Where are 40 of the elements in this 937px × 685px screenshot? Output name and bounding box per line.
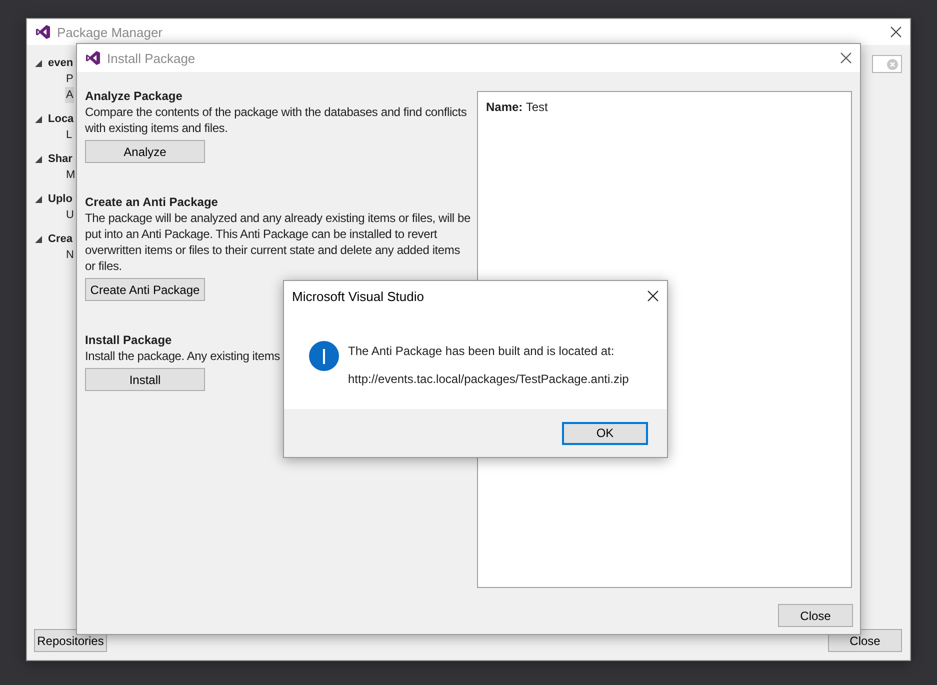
ok-button[interactable]: OK <box>562 422 648 444</box>
tree-item[interactable]: L <box>65 127 74 143</box>
tree-item[interactable]: P <box>65 71 74 87</box>
tree-item[interactable]: A <box>65 87 74 103</box>
action-button[interactable]: Install <box>85 368 205 391</box>
expanded-triangle-icon[interactable] <box>35 236 42 242</box>
action-button[interactable]: Analyze <box>85 140 205 163</box>
window-title: Package Manager <box>57 24 164 40</box>
tree-item[interactable]: N <box>65 247 75 263</box>
expanded-triangle-icon[interactable] <box>35 196 42 202</box>
close-icon[interactable] <box>647 290 659 302</box>
expanded-triangle-icon[interactable] <box>35 60 42 66</box>
visual-studio-logo-icon <box>85 50 101 66</box>
section-heading: Install Package <box>85 332 173 348</box>
section-heading: Analyze Package <box>85 88 184 104</box>
tree-node[interactable]: Loca <box>48 113 74 125</box>
section-description: The package will be analyzed and any already existing items or files, will be put into an Anti Package. This Anti Package can be installed to revert overwritten items or files to their current state and delete any added items or files. <box>85 210 471 274</box>
action-button[interactable]: Create Anti Package <box>85 278 205 301</box>
tree-node[interactable]: Crea <box>48 233 72 245</box>
tree-item[interactable]: U <box>65 207 75 223</box>
section-description: Compare the contents of the package with the databases and find conflicts with existing items and files. <box>85 104 468 136</box>
tree-node[interactable]: Shar <box>48 153 72 165</box>
section-heading: Create an Anti Package <box>85 194 219 210</box>
dialog-title: Install Package <box>107 50 196 66</box>
message-text: The Anti Package has been built and is located at: <box>348 344 616 358</box>
tree-node[interactable]: even <box>48 57 74 69</box>
info-icon <box>309 341 339 371</box>
message-text: http://events.tac.local/packages/TestPackage.anti.zip <box>348 372 629 386</box>
package-name-text: Name: Test <box>486 100 548 114</box>
tree-item[interactable]: M <box>65 167 76 183</box>
expanded-triangle-icon[interactable] <box>35 156 42 162</box>
close-button[interactable]: Close <box>778 604 853 627</box>
close-icon[interactable] <box>890 26 902 38</box>
expanded-triangle-icon[interactable] <box>35 116 42 122</box>
search-field[interactable] <box>872 55 902 73</box>
tree-node[interactable]: Uplo <box>48 193 72 205</box>
section-description: Install the package. Any existing items <box>85 348 280 364</box>
close-icon[interactable] <box>840 52 852 64</box>
visual-studio-logo-icon <box>35 24 51 40</box>
message-box-title: Microsoft Visual Studio <box>292 288 425 304</box>
